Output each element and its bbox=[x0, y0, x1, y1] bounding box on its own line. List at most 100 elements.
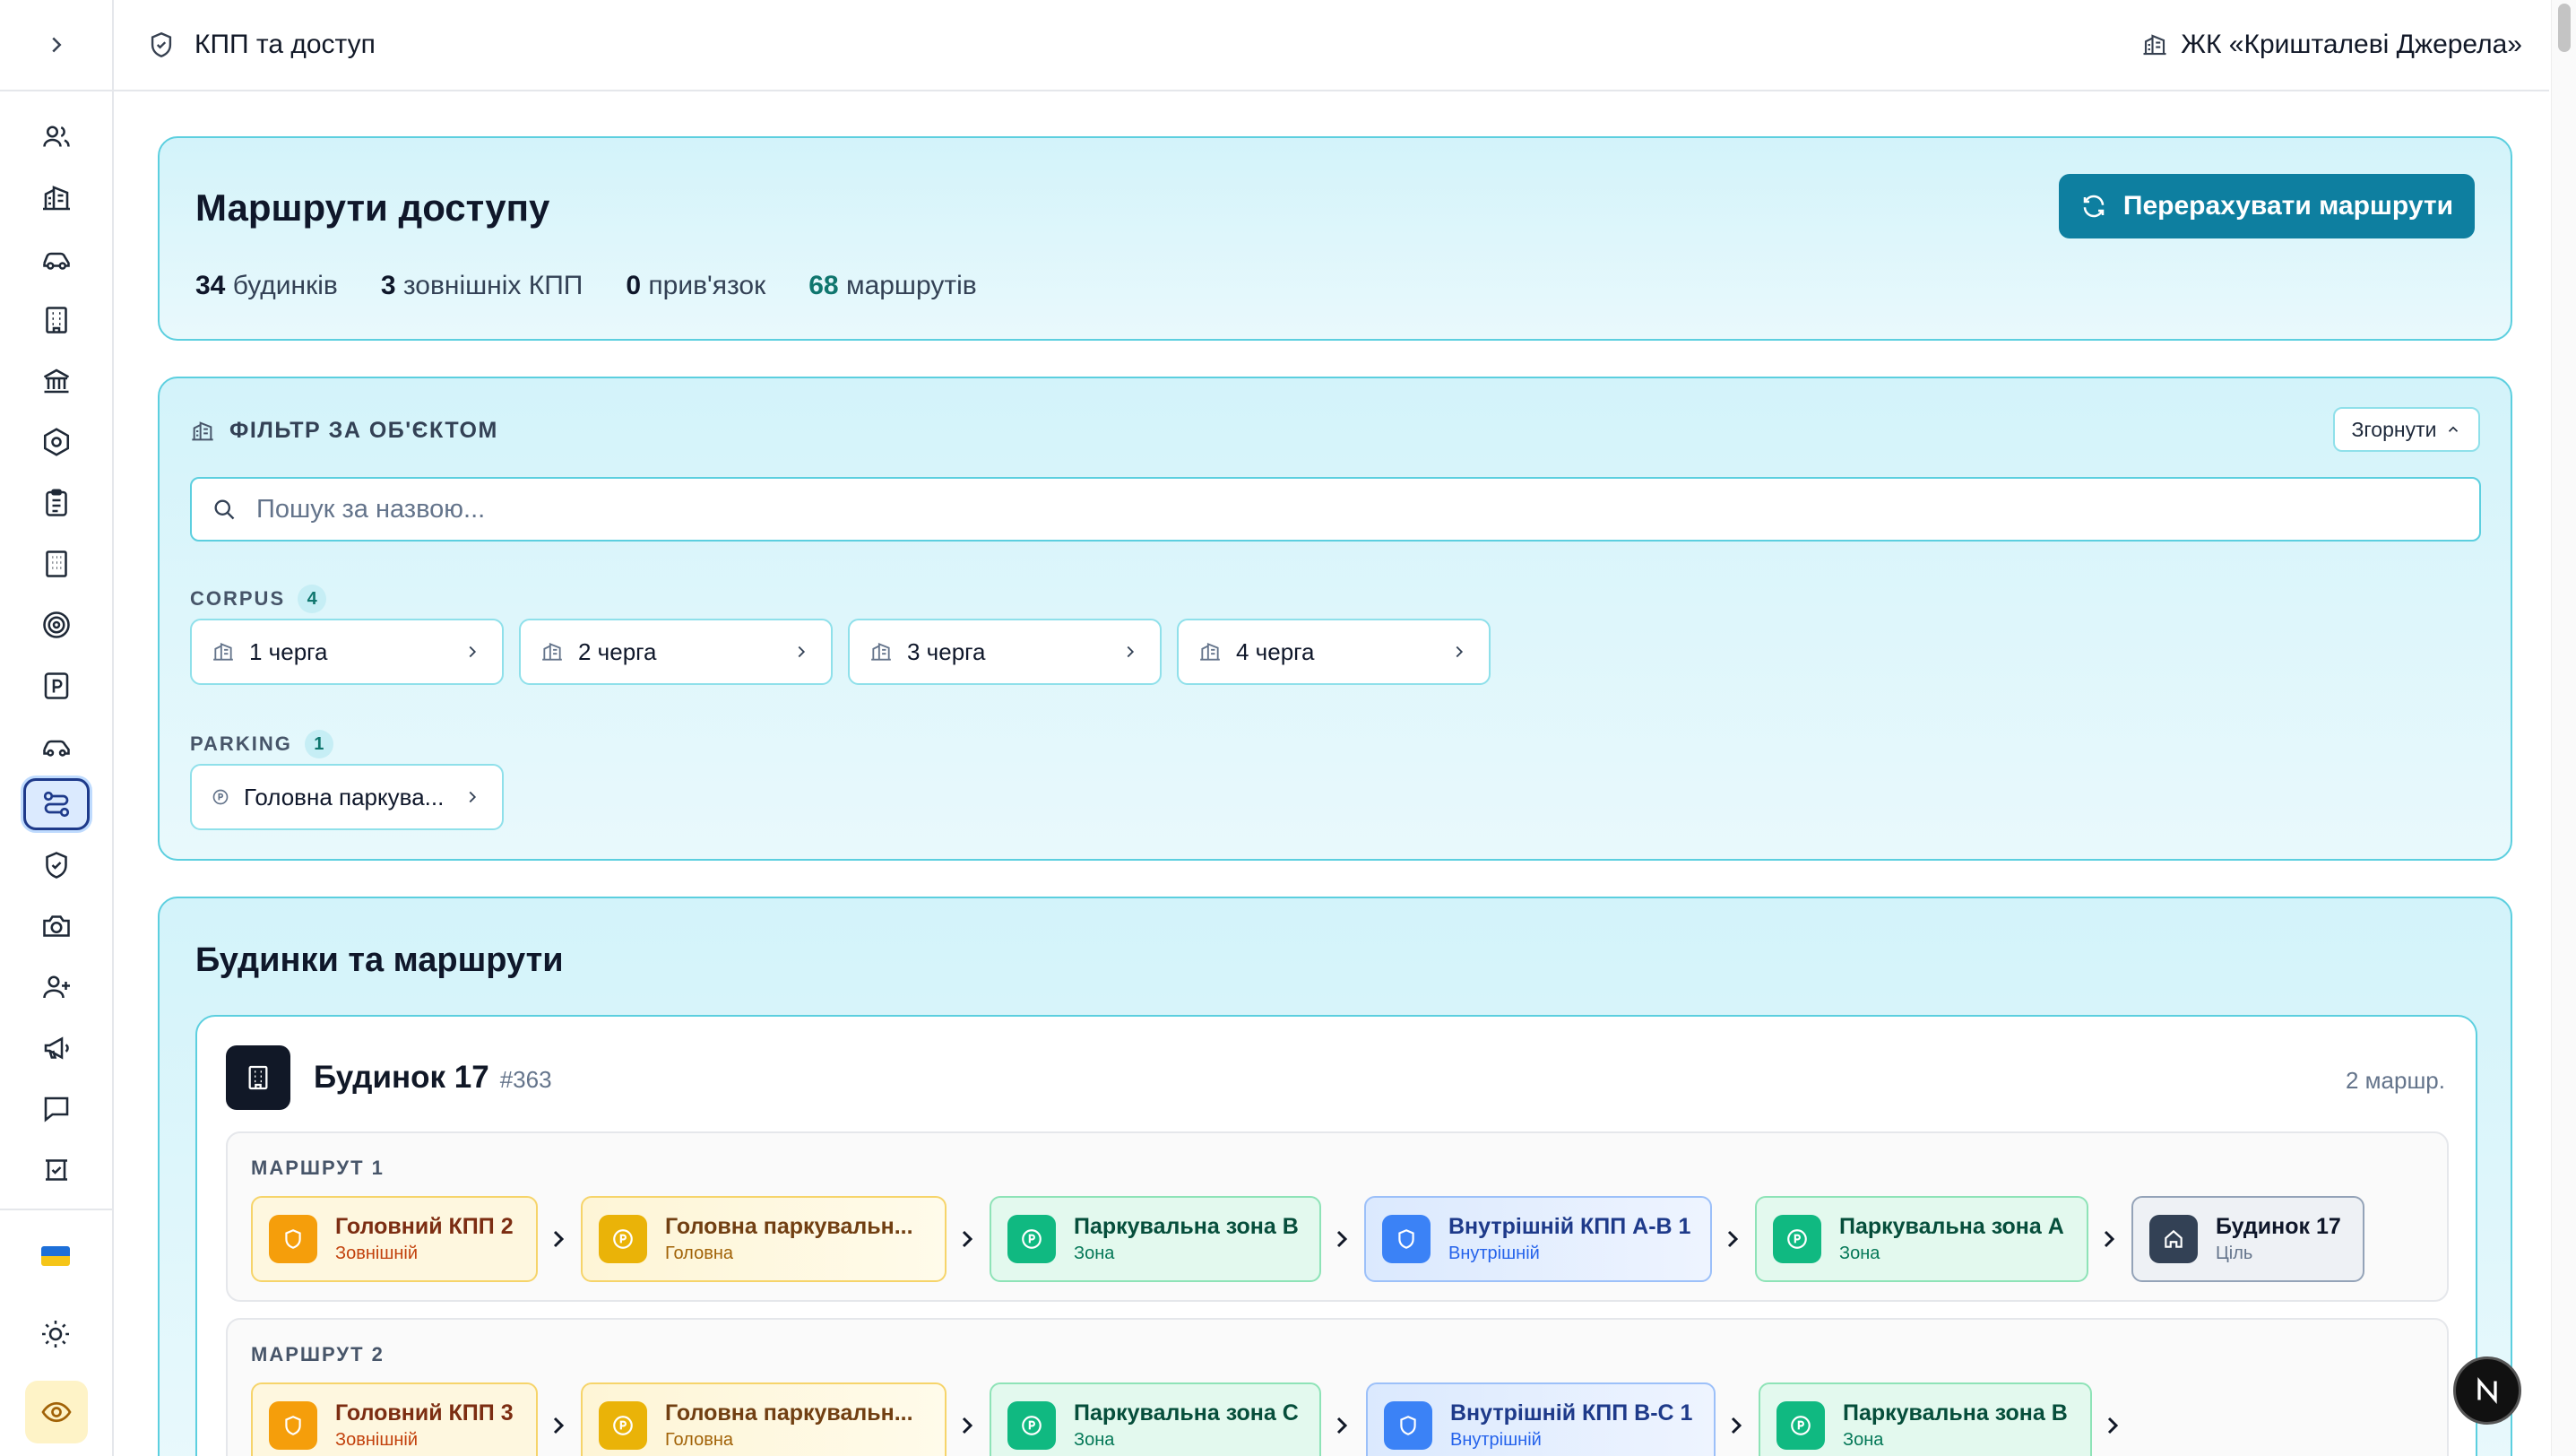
users-icon bbox=[43, 126, 70, 147]
nav-routes[interactable] bbox=[23, 778, 90, 830]
node-type: Головна bbox=[665, 1244, 733, 1263]
building-icon bbox=[542, 642, 562, 661]
chevron-right-icon bbox=[798, 646, 806, 658]
page-scrollbar[interactable] bbox=[2551, 0, 2576, 1456]
nav-services[interactable] bbox=[23, 416, 90, 468]
sun-icon bbox=[42, 1321, 69, 1348]
chevron-up-icon bbox=[2449, 426, 2459, 432]
building-icon bbox=[2143, 34, 2166, 56]
nav-announcements[interactable] bbox=[23, 1022, 90, 1074]
nav-vehicles[interactable] bbox=[23, 233, 90, 285]
node-name: Головний КПП 2 bbox=[335, 1214, 514, 1239]
node-type: Зона bbox=[1843, 1430, 1884, 1450]
dev-tools-button[interactable] bbox=[2453, 1356, 2521, 1425]
shield-check-icon bbox=[151, 31, 172, 58]
route-node-external[interactable]: Головний КПП 3 Зовнішній bbox=[251, 1382, 538, 1456]
filter-chip-corpus-1[interactable]: 1 черга bbox=[190, 619, 504, 685]
filter-chip-corpus-4[interactable]: 4 черга bbox=[1177, 619, 1491, 685]
scrollbar-thumb[interactable] bbox=[2558, 4, 2571, 52]
home-icon bbox=[2149, 1215, 2198, 1263]
chevron-right-icon bbox=[549, 1226, 568, 1252]
chip-label: 1 черга bbox=[249, 637, 328, 665]
filter-heading: ФІЛЬТР ЗА ОБ'ЄКТОМ bbox=[190, 418, 498, 444]
route-node-parking[interactable]: Головна паркувальн... Головна bbox=[581, 1196, 947, 1282]
route-label: МАРШРУТ 1 bbox=[251, 1157, 385, 1179]
sidebar bbox=[0, 0, 114, 1456]
route-node-zone[interactable]: Паркувальна зона B Зона bbox=[990, 1196, 1321, 1282]
car-icon bbox=[43, 252, 70, 270]
collapse-filter-button[interactable]: Згорнути bbox=[2333, 407, 2480, 452]
group-label-corpus: CORPUS 4 bbox=[190, 585, 327, 613]
visibility-button[interactable] bbox=[25, 1381, 88, 1443]
building-icon bbox=[213, 642, 233, 661]
nav-vehicle-access[interactable] bbox=[23, 721, 90, 773]
building-icon bbox=[43, 186, 70, 211]
object-search[interactable] bbox=[190, 477, 2481, 542]
filter-chip-corpus-2[interactable]: 2 черга bbox=[519, 619, 833, 685]
route-node-external[interactable]: Головний КПП 2 Зовнішній bbox=[251, 1196, 538, 1282]
parking-icon bbox=[1773, 1215, 1821, 1263]
route-node-internal[interactable]: Внутрішній КПП A-B 1 Внутрішній bbox=[1364, 1196, 1712, 1282]
nav-premises[interactable] bbox=[23, 538, 90, 590]
nav-buildings[interactable] bbox=[23, 172, 90, 224]
route-node-internal[interactable]: Внутрішній КПП B-C 1 Внутрішній bbox=[1366, 1382, 1716, 1456]
car-front-icon bbox=[43, 740, 70, 757]
route-label: МАРШРУТ 2 bbox=[251, 1343, 385, 1365]
sidebar-bottom bbox=[0, 1209, 112, 1456]
node-type: Внутрішній bbox=[1448, 1244, 1540, 1263]
stat-external-checkpoints: 3 зовнішніх КПП bbox=[380, 271, 583, 300]
theme-toggle[interactable] bbox=[39, 1318, 72, 1355]
route-node-parking[interactable]: Головна паркувальн... Головна bbox=[581, 1382, 947, 1456]
summary-title: Маршрути доступу bbox=[195, 186, 550, 229]
nav-targets[interactable] bbox=[23, 599, 90, 651]
nav-residents[interactable] bbox=[23, 111, 90, 163]
checklist-icon bbox=[46, 1159, 67, 1181]
nav-security[interactable] bbox=[23, 839, 90, 891]
route-node-zone[interactable]: Паркувальна зона B Зона bbox=[1759, 1382, 2092, 1456]
complex-selector[interactable]: ЖК «Кришталеві Джерела» bbox=[2141, 30, 2522, 60]
chevron-right-icon bbox=[1726, 1413, 1746, 1438]
building-badge bbox=[226, 1045, 290, 1110]
chevron-right-icon bbox=[1723, 1226, 1742, 1252]
chevron-right-icon bbox=[2099, 1226, 2119, 1252]
search-input[interactable] bbox=[256, 494, 2407, 524]
buildings-routes-panel: Будинки та маршрути Будинок 17 #363 2 мар… bbox=[158, 897, 2512, 1456]
nav-institutions[interactable] bbox=[23, 355, 90, 407]
parking-icon bbox=[44, 672, 69, 699]
route-node-target[interactable]: Будинок 17 Ціль bbox=[2131, 1196, 2364, 1282]
nav-parking[interactable] bbox=[23, 660, 90, 712]
route-count: 2 маршр. bbox=[2345, 1067, 2445, 1094]
hexagon-icon bbox=[43, 428, 70, 456]
group-name: CORPUS bbox=[190, 587, 286, 610]
ukraine-flag-icon[interactable] bbox=[41, 1246, 70, 1266]
node-type: Зона bbox=[1074, 1430, 1115, 1450]
recalculate-routes-button[interactable]: Перерахувати маршрути bbox=[2059, 174, 2475, 238]
route-node-zone[interactable]: Паркувальна зона A Зона bbox=[1755, 1196, 2088, 1282]
nav-messages[interactable] bbox=[23, 1083, 90, 1135]
chevron-right-icon bbox=[957, 1413, 977, 1438]
megaphone-icon bbox=[44, 1036, 69, 1060]
nav-cameras[interactable] bbox=[23, 900, 90, 952]
nav-guests[interactable] bbox=[23, 961, 90, 1013]
building-card: Будинок 17 #363 2 маршр. МАРШРУТ 1 Головн… bbox=[195, 1015, 2477, 1456]
parking-icon bbox=[599, 1215, 647, 1263]
route-icon bbox=[43, 791, 70, 818]
target-icon bbox=[43, 611, 70, 638]
stat-bindings: 0 прив'язок bbox=[626, 271, 766, 300]
filter-chip-parking-1[interactable]: Головна паркува... bbox=[190, 764, 504, 830]
chip-label: 2 черга bbox=[578, 637, 657, 665]
sidebar-toggle[interactable] bbox=[0, 0, 112, 91]
recalculate-label: Перерахувати маршрути bbox=[2122, 191, 2454, 221]
route-node-zone[interactable]: Паркувальна зона C Зона bbox=[990, 1382, 1321, 1456]
nav-tasks[interactable] bbox=[23, 477, 90, 529]
chip-label: 4 черга bbox=[1236, 637, 1315, 665]
group-name: PARKING bbox=[190, 732, 292, 755]
chevron-right-icon bbox=[1456, 646, 1464, 658]
stat-routes: 68 маршрутів bbox=[808, 271, 977, 300]
chevron-right-icon bbox=[51, 37, 62, 53]
shield-icon bbox=[269, 1401, 317, 1450]
filter-chip-corpus-3[interactable]: 3 черга bbox=[848, 619, 1162, 685]
nav-reports[interactable] bbox=[23, 1144, 90, 1196]
complex-name: ЖК «Кришталеві Джерела» bbox=[2181, 30, 2522, 59]
nav-offices[interactable] bbox=[23, 294, 90, 346]
